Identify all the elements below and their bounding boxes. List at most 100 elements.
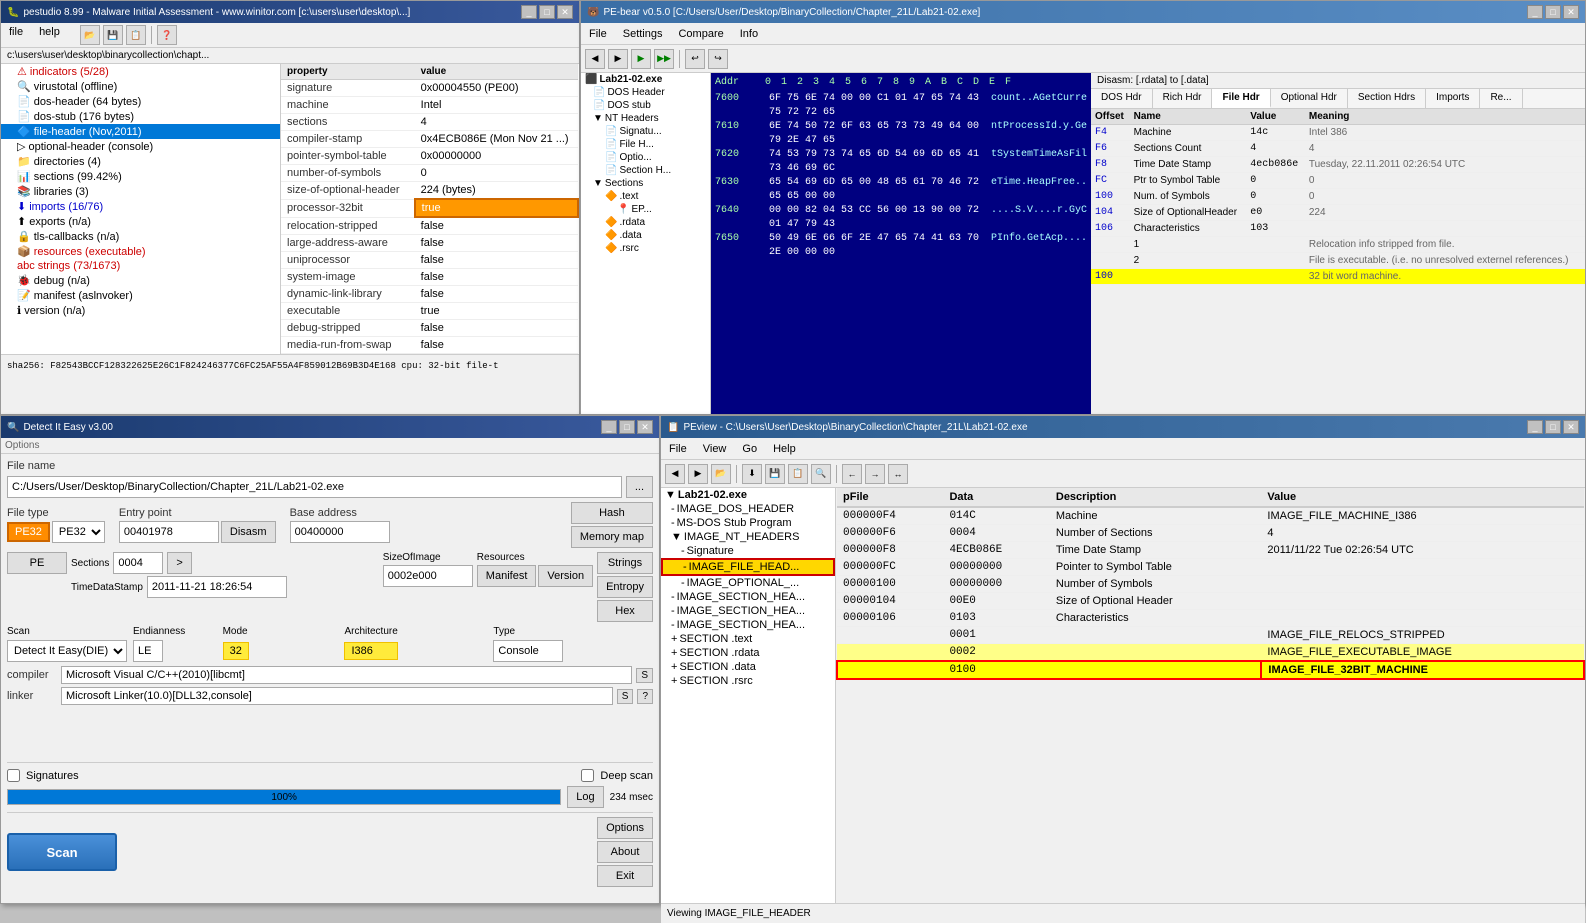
tb-help[interactable]: ❓ [157,25,177,45]
props-row[interactable]: uniprocessorfalse [281,252,578,269]
pebear-tree-signature[interactable]: 📄 Signatu... [581,125,710,138]
tree-exports[interactable]: ⬆ exports (n/a) [1,214,280,229]
peview-menu-file[interactable]: File [665,442,691,456]
peview-tree-sec3[interactable]: - IMAGE_SECTION_HEA... [661,618,835,632]
pebear-tree-data[interactable]: 🔶 .data [581,229,710,242]
pebear-nav-forward[interactable]: ▶ [608,49,628,69]
tab-re[interactable]: Re... [1480,89,1522,108]
pebear-nav-back[interactable]: ◀ [585,49,605,69]
die-compiler-s-btn[interactable]: S [636,668,653,683]
pestudio-minimize[interactable]: _ [521,5,537,19]
peview-tree-sec2[interactable]: - IMAGE_SECTION_HEA... [661,604,835,618]
peview-tree-rdata[interactable]: + SECTION .rdata [661,646,835,660]
peview-menu-view[interactable]: View [699,442,731,456]
pebear-tree-opt[interactable]: 📄 Optio... [581,151,710,164]
props-row[interactable]: relocation-strippedfalse [281,217,578,235]
pestudio-menu-file[interactable]: file [5,25,27,45]
peview-back[interactable]: ◀ [665,464,685,484]
die-sizeimage-input[interactable] [383,565,473,587]
die-sections-input[interactable] [113,552,163,574]
tree-file-header[interactable]: 🔷 file-header (Nov,2011) [1,124,280,139]
pebear-tree-ep[interactable]: 📍 EP... [581,203,710,216]
peview-row-symptr[interactable]: 000000FC 00000000 Pointer to Symbol Tabl… [837,559,1584,576]
fhdr-row-machine[interactable]: F4 Machine 14c Intel 386 [1091,125,1585,141]
die-manifest-btn[interactable]: Manifest [477,565,537,587]
pebear-tree-dos-header[interactable]: 📄 DOS Header [581,86,710,99]
peview-row-timestamp[interactable]: 000000F8 4ECB086E Time Date Stamp 2011/1… [837,542,1584,559]
peview-row-optsize[interactable]: 00000104 00E0 Size of Optional Header [837,593,1584,610]
fhdr-row-symtable[interactable]: FC Ptr to Symbol Table 0 0 [1091,173,1585,189]
die-linker-input[interactable] [61,687,613,705]
pebear-hex-view[interactable]: Addr 0 1 2 3 4 5 6 7 8 9 A B C D E F 760… [711,73,1091,414]
peview-tree-data[interactable]: + SECTION .data [661,660,835,674]
die-exit-btn[interactable]: Exit [597,865,653,887]
fhdr-row-chars[interactable]: 106 Characteristics 103 [1091,221,1585,237]
pebear-top-close[interactable]: ✕ [1563,5,1579,19]
die-memmap-btn[interactable]: Memory map [571,526,653,548]
peview-tb7[interactable]: → [865,464,885,484]
props-row[interactable]: number-of-symbols0 [281,165,578,182]
die-browse-btn[interactable]: ... [626,476,653,498]
pestudio-close[interactable]: ✕ [557,5,573,19]
pebear-tree-file-h[interactable]: 📄 File H... [581,138,710,151]
tree-resources[interactable]: 📦 resources (executable) [1,244,280,259]
peview-tb6[interactable]: ← [842,464,862,484]
pebear-tree-sec-h[interactable]: 📄 Section H... [581,164,710,177]
die-linker-q-btn[interactable]: ? [637,689,653,704]
pebear-open[interactable]: ▶ [631,49,651,69]
peview-tree-dos-header[interactable]: - IMAGE_DOS_HEADER [661,502,835,516]
peview-tree-sec1[interactable]: - IMAGE_SECTION_HEA... [661,590,835,604]
props-row[interactable]: size-of-optional-header224 (bytes) [281,182,578,200]
pebear-tree-nt-headers[interactable]: ▼ NT Headers [581,112,710,125]
die-options-btn[interactable]: Options [597,817,653,839]
tree-imports[interactable]: ⬇ imports (16/76) [1,199,280,214]
peview-close[interactable]: ✕ [1563,420,1579,434]
tree-tls[interactable]: 🔒 tls-callbacks (n/a) [1,229,280,244]
peview-tree-signature[interactable]: - Signature [661,544,835,558]
fhdr-row-char2[interactable]: 2 File is executable. (i.e. no unresolve… [1091,253,1585,269]
tb-save[interactable]: 💾 [103,25,123,45]
tree-libraries[interactable]: 📚 libraries (3) [1,184,280,199]
die-maximize[interactable]: □ [619,420,635,434]
props-row[interactable]: sections4 [281,114,578,131]
die-type-input[interactable] [493,640,563,662]
die-close[interactable]: ✕ [637,420,653,434]
die-entrypoint-input[interactable] [119,521,219,543]
die-log-btn[interactable]: Log [567,786,603,808]
tb-open[interactable]: 📂 [80,25,100,45]
die-filepath-input[interactable] [7,476,622,498]
die-engine-select[interactable]: Detect It Easy(DIE) [7,640,127,662]
pestudio-maximize[interactable]: □ [539,5,555,19]
props-row[interactable]: dynamic-link-libraryfalse [281,286,578,303]
die-minimize[interactable]: _ [601,420,617,434]
tree-strings[interactable]: abc strings (73/1673) [1,259,280,273]
tab-optional-hdr[interactable]: Optional Hdr [1271,89,1348,108]
peview-tree-exe[interactable]: ▼ Lab21-02.exe [661,488,835,502]
pebear-top-minimize[interactable]: _ [1527,5,1543,19]
props-row[interactable]: system-imagefalse [281,269,578,286]
peview-row-exec[interactable]: 0002 IMAGE_FILE_EXECUTABLE_IMAGE [837,644,1584,662]
tree-debug[interactable]: 🐞 debug (n/a) [1,273,280,288]
die-hash-btn[interactable]: Hash [571,502,653,524]
peview-row-numsym[interactable]: 00000100 00000000 Number of Symbols [837,576,1584,593]
pebear-tree-exe[interactable]: ⬛ Lab21-02.exe [581,73,710,86]
tree-virustotal[interactable]: 🔍 virustotal (offline) [1,79,280,94]
tree-sections[interactable]: 📊 sections (99.42%) [1,169,280,184]
peview-tb8[interactable]: ↔ [888,464,908,484]
peview-tree-nt-headers[interactable]: ▼ IMAGE_NT_HEADERS [661,530,835,544]
tab-file-hdr[interactable]: File Hdr [1212,89,1270,108]
peview-tb5[interactable]: 🔍 [811,464,831,484]
peview-tree-ms-dos[interactable]: - MS-DOS Stub Program [661,516,835,530]
peview-row-numsec[interactable]: 000000F6 0004 Number of Sections 4 [837,525,1584,542]
fhdr-row-char1[interactable]: 1 Relocation info stripped from file. [1091,237,1585,253]
peview-maximize[interactable]: □ [1545,420,1561,434]
props-row[interactable]: signature0x00004550 (PE00) [281,80,578,97]
tree-dos-stub[interactable]: 📄 dos-stub (176 bytes) [1,109,280,124]
tab-dos-hdr[interactable]: DOS Hdr [1091,89,1153,108]
die-entropy-btn[interactable]: Entropy [597,576,653,598]
peview-row-chars[interactable]: 00000106 0103 Characteristics [837,610,1584,627]
pebear-menu-info[interactable]: Info [736,27,762,41]
tree-dos-header[interactable]: 📄 dos-header (64 bytes) [1,94,280,109]
peview-row-machine[interactable]: 000000F4 014C Machine IMAGE_FILE_MACHINE… [837,507,1584,525]
props-row[interactable]: debug-strippedfalse [281,320,578,337]
